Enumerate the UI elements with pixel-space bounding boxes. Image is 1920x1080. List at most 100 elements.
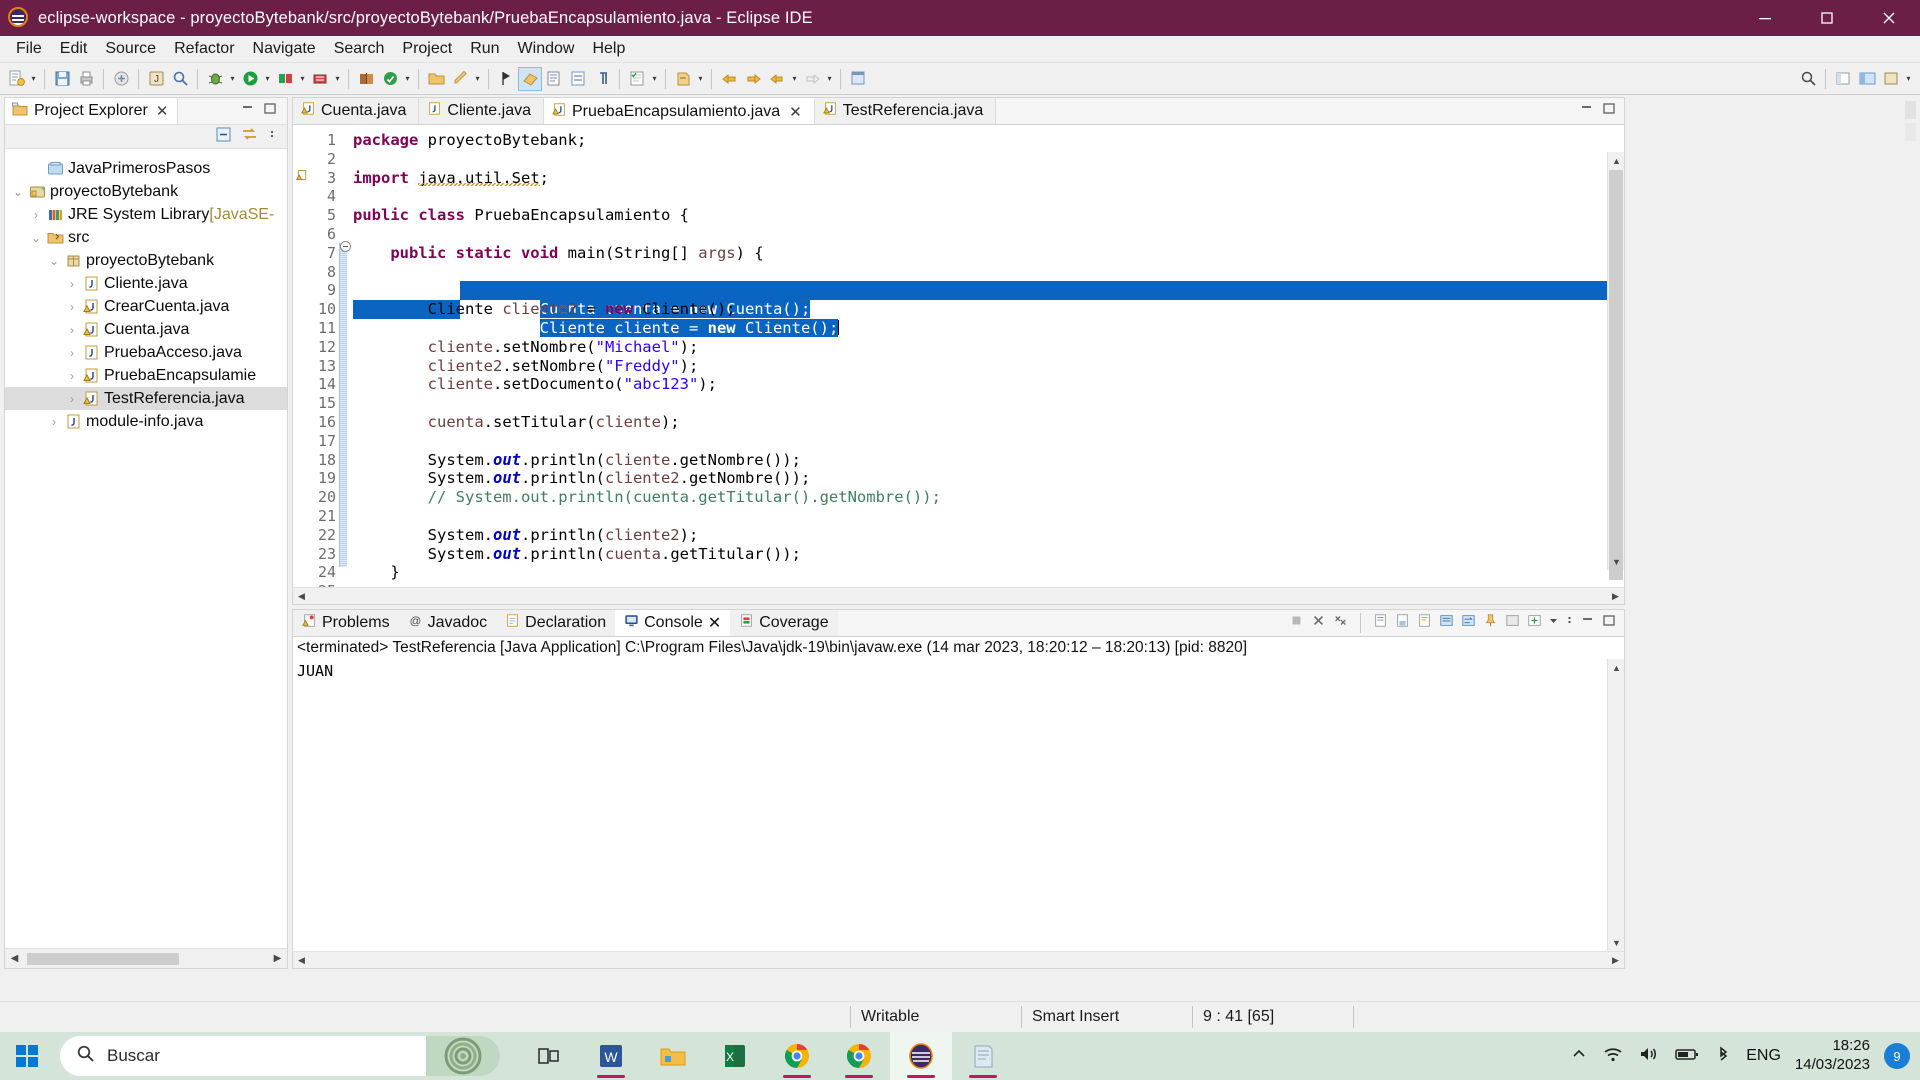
open-folder-icon[interactable] <box>424 67 448 91</box>
remove-launch-icon[interactable] <box>1311 613 1326 633</box>
edit-dropdown-icon[interactable]: ▾ <box>472 67 483 91</box>
tree-expander[interactable]: › <box>63 346 81 360</box>
menu-project[interactable]: Project <box>393 38 461 60</box>
scroll-right-icon[interactable]: ▶ <box>268 949 287 968</box>
block-selection-icon[interactable] <box>566 67 590 91</box>
console-hscrollbar[interactable]: ◀ ▶ <box>293 951 1624 968</box>
menu-navigate[interactable]: Navigate <box>244 38 325 60</box>
clear-console-icon[interactable] <box>1417 613 1432 633</box>
debug-dropdown-icon[interactable]: ▾ <box>227 67 238 91</box>
search-input[interactable]: Buscar <box>60 1036 500 1076</box>
tree-expander-expanded[interactable]: ⌄ <box>27 231 45 245</box>
console-view-menu-icon[interactable] <box>1565 613 1574 633</box>
tree-expander[interactable]: › <box>63 323 81 337</box>
remove-all-launches-icon[interactable] <box>1333 613 1348 633</box>
build-icon[interactable] <box>109 67 133 91</box>
editor-hscrollbar[interactable]: ◀ ▶ <box>293 587 1624 604</box>
project-explorer-close-icon[interactable]: ✕ <box>156 102 169 120</box>
back-navigation-icon[interactable] <box>717 67 741 91</box>
tab-console[interactable]: Console ✕ <box>615 610 731 636</box>
perspective-open-icon[interactable] <box>1831 67 1855 91</box>
previous-edit-dropdown-icon[interactable]: ▾ <box>789 67 800 91</box>
console-vscrollbar[interactable]: ▲ ▼ <box>1607 659 1624 951</box>
outline-fast-view-icon[interactable] <box>1905 101 1916 119</box>
new-window-icon[interactable] <box>846 67 870 91</box>
link-with-editor-icon[interactable] <box>241 126 258 148</box>
tree-item-cliente-java[interactable]: › Cliente.java <box>5 272 287 295</box>
editor-body[interactable]: 1 2 3 4 5 6 7 8 9 10 11 12 13 14 15 16 1 <box>293 125 1624 587</box>
tree-item-pruebaacceso-java[interactable]: › PruebaAcceso.java <box>5 341 287 364</box>
battery-icon[interactable] <box>1674 1045 1700 1068</box>
taskbar-app-eclipse[interactable] <box>890 1032 952 1080</box>
scroll-left-icon[interactable]: ◀ <box>293 588 310 605</box>
menu-help[interactable]: Help <box>583 38 634 60</box>
menu-edit[interactable]: Edit <box>51 38 97 60</box>
editor-tab-pruebaencapsulamiento-java[interactable]: PruebaEncapsulamiento.java ✕ <box>544 98 815 124</box>
view-menu-icon[interactable] <box>267 126 277 148</box>
perspective-debug-icon[interactable] <box>1879 67 1903 91</box>
pin-marker-icon[interactable] <box>494 67 518 91</box>
tree-item-jre-system-library[interactable]: › JRE System Library [JavaSE- <box>5 203 287 226</box>
tree-item-cuenta-java[interactable]: › Cuenta.java <box>5 318 287 341</box>
view-minimize-icon[interactable] <box>241 102 255 121</box>
import-warning-marker-icon[interactable] <box>295 168 309 187</box>
tree-expander[interactable]: › <box>63 277 81 291</box>
scroll-down-icon[interactable]: ▼ <box>1608 553 1624 570</box>
console-output[interactable]: JUAN <box>293 659 1624 951</box>
scroll-left-icon[interactable]: ◀ <box>293 952 310 969</box>
last-edit-location-icon[interactable] <box>671 67 695 91</box>
debug-icon[interactable] <box>203 67 227 91</box>
save-console-icon[interactable] <box>1395 613 1410 633</box>
clock[interactable]: 18:26 14/03/2023 <box>1795 1037 1870 1075</box>
next-edit-icon[interactable] <box>800 67 824 91</box>
taskbar-app-chrome-1[interactable] <box>766 1032 828 1080</box>
perspective-java-icon[interactable] <box>1855 67 1879 91</box>
save-icon[interactable] <box>50 67 74 91</box>
console-minimize-icon[interactable] <box>1581 614 1595 633</box>
hscroll-thumb[interactable] <box>27 952 179 965</box>
menu-source[interactable]: Source <box>96 38 165 60</box>
external-tools-icon[interactable] <box>308 67 332 91</box>
tree-item-proyectobytebank-project[interactable]: ⌄ proyectoBytebank <box>5 180 287 203</box>
word-wrap-icon[interactable] <box>1461 613 1476 633</box>
next-annotation-dropdown-icon[interactable]: ▾ <box>402 67 413 91</box>
scroll-right-icon[interactable]: ▶ <box>1607 952 1624 969</box>
menu-refactor[interactable]: Refactor <box>165 38 243 60</box>
scroll-left-icon[interactable]: ◀ <box>5 949 24 968</box>
tab-declaration[interactable]: Declaration <box>496 610 616 636</box>
tree-item-testreferencia-java[interactable]: › TestReferencia.java <box>5 387 287 410</box>
tab-problems[interactable]: Problems <box>293 610 399 636</box>
minimize-button[interactable] <box>1734 0 1796 36</box>
tree-item-crearcuenta-java[interactable]: › CrearCuenta.java <box>5 295 287 318</box>
external-tools-dropdown-icon[interactable]: ▾ <box>332 67 343 91</box>
bluetooth-icon[interactable] <box>1714 1045 1732 1068</box>
tab-project-explorer[interactable]: Project Explorer ✕ <box>5 98 179 124</box>
search-toolbar-icon[interactable] <box>168 67 192 91</box>
tree-expander[interactable]: › <box>63 392 81 406</box>
scroll-lock-icon[interactable] <box>1439 613 1454 633</box>
task-list-dropdown-icon[interactable]: ▾ <box>649 67 660 91</box>
folding-ruler[interactable] <box>339 125 353 587</box>
close-button[interactable] <box>1858 0 1920 36</box>
taskmap-fast-view-icon[interactable] <box>1905 123 1916 141</box>
task-list-icon[interactable] <box>625 67 649 91</box>
view-maximize-icon[interactable] <box>263 102 277 121</box>
editor-tab-testreferencia-java[interactable]: TestReferencia.java <box>814 98 997 124</box>
collapse-all-icon[interactable] <box>215 126 232 148</box>
terminate-icon[interactable] <box>1289 613 1304 633</box>
tray-expand-icon[interactable] <box>1570 1045 1588 1068</box>
volume-icon[interactable] <box>1638 1045 1660 1068</box>
tab-coverage[interactable]: Coverage <box>730 610 838 636</box>
coverage-dropdown-icon[interactable]: ▾ <box>297 67 308 91</box>
maximize-button[interactable] <box>1796 0 1858 36</box>
console-dropdown-icon[interactable] <box>1549 613 1558 633</box>
display-console-icon[interactable] <box>1505 613 1520 633</box>
perspective-dropdown-icon[interactable]: ▾ <box>1903 67 1914 91</box>
menu-window[interactable]: Window <box>509 38 584 60</box>
next-edit-dropdown-icon[interactable]: ▾ <box>824 67 835 91</box>
console-maximize-icon[interactable] <box>1602 614 1616 633</box>
tree-item-src[interactable]: ⌄ src <box>5 226 287 249</box>
quick-access-search-icon[interactable] <box>1796 67 1820 91</box>
tree-item-module-info-java[interactable]: › module-info.java <box>5 410 287 433</box>
marker-gutter[interactable] <box>293 125 310 587</box>
